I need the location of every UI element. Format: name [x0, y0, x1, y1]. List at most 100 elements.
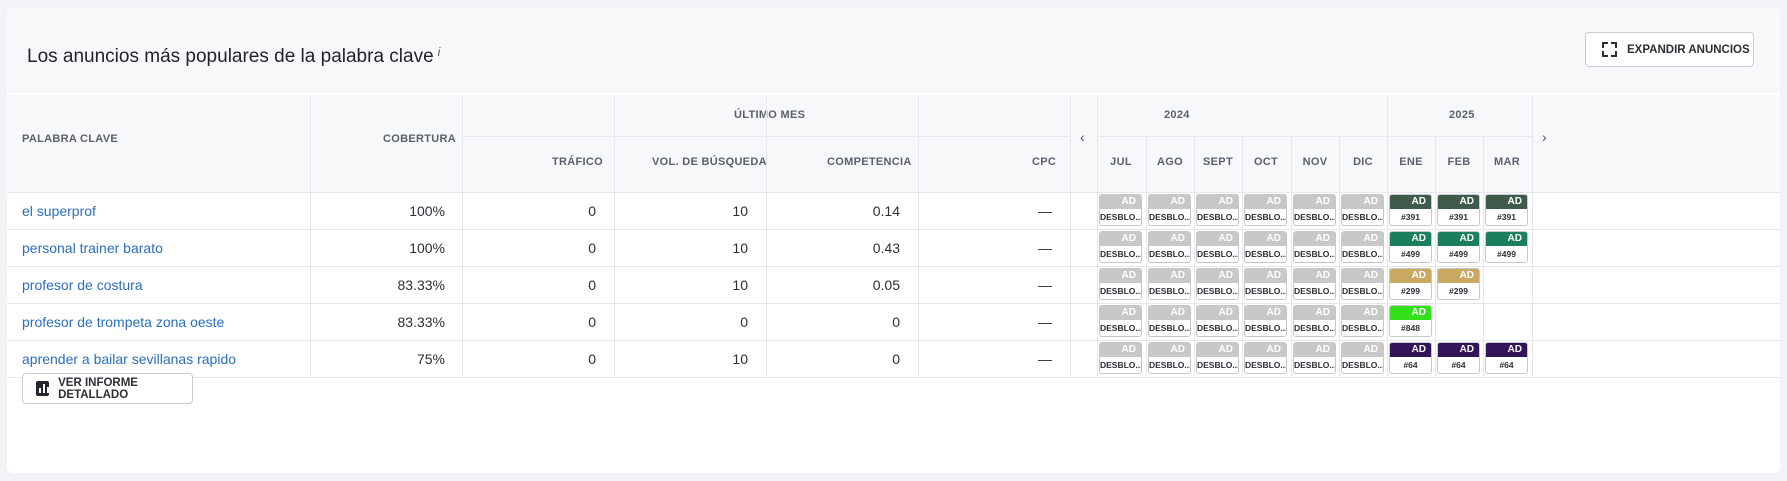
- ad-rank: DESBLO...: [1149, 212, 1190, 222]
- ad-thumbnail[interactable]: AD DESBLO...: [1196, 268, 1239, 300]
- col-year-2024: 2024: [1164, 109, 1190, 121]
- col-month-dic: DIC: [1353, 156, 1373, 168]
- ad-thumbnail[interactable]: AD #499: [1485, 231, 1528, 263]
- ad-thumbnail[interactable]: AD DESBLO...: [1099, 268, 1142, 300]
- ad-rank: DESBLO...: [1100, 360, 1141, 370]
- ad-rank: DESBLO...: [1100, 323, 1141, 333]
- col-traffic[interactable]: TRÁFICO: [552, 156, 603, 168]
- ad-thumbnail[interactable]: AD DESBLO...: [1099, 342, 1142, 374]
- ad-thumbnail[interactable]: AD DESBLO...: [1148, 231, 1191, 263]
- ad-thumbnail[interactable]: AD #499: [1437, 231, 1480, 263]
- ad-thumbnail[interactable]: AD #391: [1437, 194, 1480, 226]
- ad-rank: DESBLO...: [1197, 323, 1238, 333]
- col-coverage[interactable]: COBERTURA: [383, 133, 456, 145]
- ad-thumbnail[interactable]: AD DESBLO...: [1293, 194, 1336, 226]
- ad-thumbnail[interactable]: AD DESBLO...: [1196, 342, 1239, 374]
- keyword-link[interactable]: aprender a bailar sevillanas rapido: [22, 351, 302, 367]
- ad-thumbnail[interactable]: AD #499: [1389, 231, 1432, 263]
- ad-label: AD: [1342, 195, 1383, 209]
- ad-rank: DESBLO...: [1342, 360, 1383, 370]
- volume-value: 10: [732, 351, 748, 367]
- ad-thumbnail[interactable]: AD DESBLO...: [1099, 194, 1142, 226]
- coverage-value: 83.33%: [397, 314, 445, 330]
- ad-thumbnail[interactable]: AD DESBLO...: [1293, 342, 1336, 374]
- prev-months-arrow[interactable]: ‹: [1080, 129, 1085, 145]
- ad-rank: DESBLO...: [1245, 286, 1286, 296]
- ad-label: AD: [1342, 343, 1383, 357]
- ad-label: AD: [1294, 269, 1335, 283]
- info-icon[interactable]: i: [438, 45, 441, 59]
- ad-rank: DESBLO...: [1342, 286, 1383, 296]
- ad-rank: DESBLO...: [1149, 323, 1190, 333]
- keyword-link[interactable]: profesor de trompeta zona oeste: [22, 314, 302, 330]
- ad-rank: DESBLO...: [1245, 323, 1286, 333]
- ad-thumbnail[interactable]: AD DESBLO...: [1341, 194, 1384, 226]
- ad-thumbnail[interactable]: AD #848: [1389, 305, 1432, 337]
- ad-thumbnail[interactable]: AD DESBLO...: [1244, 305, 1287, 337]
- next-months-arrow[interactable]: ›: [1542, 129, 1547, 145]
- ad-thumbnail[interactable]: AD DESBLO...: [1244, 342, 1287, 374]
- ad-thumbnail[interactable]: AD #391: [1485, 194, 1528, 226]
- ad-thumbnail[interactable]: AD #64: [1485, 342, 1528, 374]
- ad-label: AD: [1294, 306, 1335, 320]
- ad-thumbnail[interactable]: AD DESBLO...: [1293, 305, 1336, 337]
- col-keyword[interactable]: PALABRA CLAVE: [22, 133, 118, 145]
- ad-rank: #499: [1401, 249, 1420, 259]
- expand-ads-button[interactable]: EXPANDIR ANUNCIOS: [1585, 32, 1754, 67]
- ad-label: AD: [1197, 269, 1238, 283]
- table-row: profesor de costura 83.33% 0 10 0.05 — AD DESBL…: [7, 266, 1780, 303]
- ad-label: AD: [1149, 343, 1190, 357]
- ad-thumbnail[interactable]: AD DESBLO...: [1244, 231, 1287, 263]
- ad-thumbnail[interactable]: AD DESBLO...: [1196, 231, 1239, 263]
- ad-thumbnail[interactable]: AD DESBLO...: [1148, 342, 1191, 374]
- ad-thumbnail[interactable]: AD DESBLO...: [1148, 194, 1191, 226]
- ad-thumbnail[interactable]: AD DESBLO...: [1099, 305, 1142, 337]
- ad-thumbnail[interactable]: AD DESBLO...: [1244, 268, 1287, 300]
- col-volume[interactable]: VOL. DE BÚSQUEDA: [652, 156, 767, 168]
- ad-label: AD: [1486, 195, 1527, 209]
- ad-thumbnail[interactable]: AD DESBLO...: [1341, 305, 1384, 337]
- view-report-button[interactable]: VER INFORME DETALLADO: [22, 373, 193, 404]
- ad-label: AD: [1100, 343, 1141, 357]
- ad-thumbnail[interactable]: AD DESBLO...: [1293, 268, 1336, 300]
- col-month-mar: MAR: [1494, 156, 1520, 168]
- card-header: Los anuncios más populares de la palabra…: [7, 7, 1780, 93]
- keyword-link[interactable]: personal trainer barato: [22, 240, 302, 256]
- ad-thumbnail[interactable]: AD #64: [1389, 342, 1432, 374]
- ad-rank: #299: [1401, 286, 1420, 296]
- ad-thumbnail[interactable]: AD DESBLO...: [1196, 305, 1239, 337]
- col-month-feb: FEB: [1447, 156, 1471, 168]
- col-cpc[interactable]: CPC: [1032, 156, 1056, 168]
- ad-thumbnail[interactable]: AD DESBLO...: [1341, 268, 1384, 300]
- ad-thumbnail[interactable]: AD DESBLO...: [1148, 268, 1191, 300]
- coverage-value: 83.33%: [397, 277, 445, 293]
- card-title: Los anuncios más populares de la palabra…: [27, 45, 441, 67]
- ad-rank: DESBLO...: [1342, 323, 1383, 333]
- traffic-value: 0: [588, 203, 596, 219]
- ad-thumbnail[interactable]: AD DESBLO...: [1099, 231, 1142, 263]
- ad-label: AD: [1438, 343, 1479, 357]
- ad-thumbnail[interactable]: AD #299: [1437, 268, 1480, 300]
- ad-label: AD: [1486, 232, 1527, 246]
- ad-label: AD: [1197, 343, 1238, 357]
- keyword-link[interactable]: profesor de costura: [22, 277, 302, 293]
- ad-thumbnail[interactable]: AD DESBLO...: [1293, 231, 1336, 263]
- popular-ads-card: Los anuncios más populares de la palabra…: [7, 7, 1780, 473]
- ad-label: AD: [1149, 306, 1190, 320]
- coverage-value: 100%: [409, 203, 445, 219]
- col-competition[interactable]: COMPETENCIA: [827, 156, 912, 168]
- ad-thumbnail[interactable]: AD DESBLO...: [1341, 342, 1384, 374]
- ad-rank: DESBLO...: [1100, 286, 1141, 296]
- ad-thumbnail[interactable]: AD #299: [1389, 268, 1432, 300]
- ad-label: AD: [1438, 269, 1479, 283]
- keyword-link[interactable]: el superprof: [22, 203, 302, 219]
- col-month-jul: JUL: [1110, 156, 1132, 168]
- ad-thumbnail[interactable]: AD #391: [1389, 194, 1432, 226]
- ad-thumbnail[interactable]: AD DESBLO...: [1341, 231, 1384, 263]
- ad-thumbnail[interactable]: AD DESBLO...: [1244, 194, 1287, 226]
- ad-thumbnail[interactable]: AD DESBLO...: [1148, 305, 1191, 337]
- ad-label: AD: [1100, 232, 1141, 246]
- ad-thumbnail[interactable]: AD #64: [1437, 342, 1480, 374]
- ad-label: AD: [1486, 343, 1527, 357]
- ad-thumbnail[interactable]: AD DESBLO...: [1196, 194, 1239, 226]
